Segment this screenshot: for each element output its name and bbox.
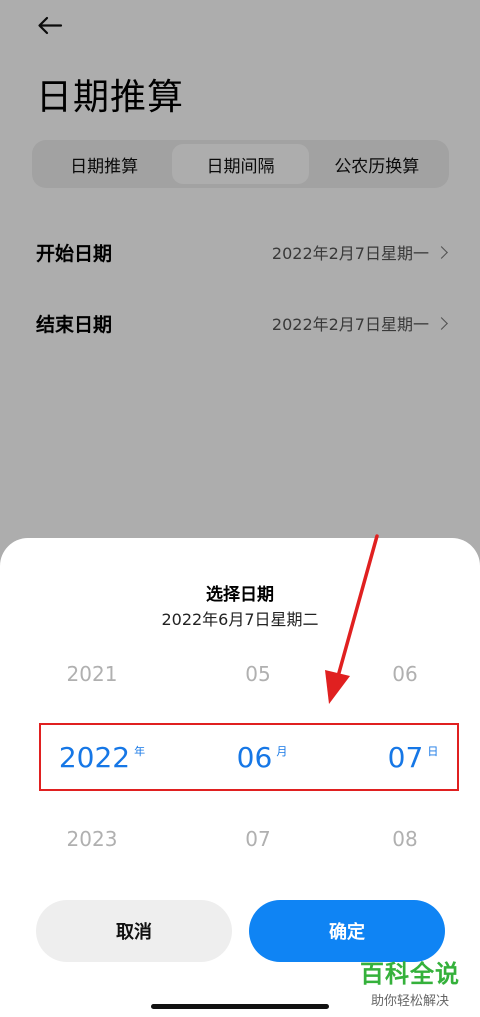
cancel-button[interactable]: 取消: [36, 900, 232, 962]
picker-row-previous: 2021 05 06: [0, 654, 480, 694]
month-option-next[interactable]: 07: [208, 819, 308, 859]
year-option-previous[interactable]: 2021: [42, 654, 142, 694]
year-option-next[interactable]: 2023: [42, 819, 142, 859]
watermark-logo: 百科全说 助你轻松解决: [346, 954, 474, 1009]
picker-row-next: 2023 07 08: [0, 819, 480, 859]
day-option-next[interactable]: 08: [355, 819, 455, 859]
home-indicator[interactable]: [151, 1004, 329, 1009]
picker-title: 选择日期: [206, 585, 274, 605]
watermark-subtitle: 助你轻松解决: [370, 994, 449, 1009]
selection-highlight-annotation: [39, 723, 459, 791]
watermark-title: 百科全说: [360, 960, 460, 988]
confirm-button[interactable]: 确定: [249, 900, 445, 962]
day-option-previous[interactable]: 06: [355, 654, 455, 694]
month-option-previous[interactable]: 05: [208, 654, 308, 694]
picker-selected-date: 2022年6月7日星期二: [161, 610, 319, 629]
